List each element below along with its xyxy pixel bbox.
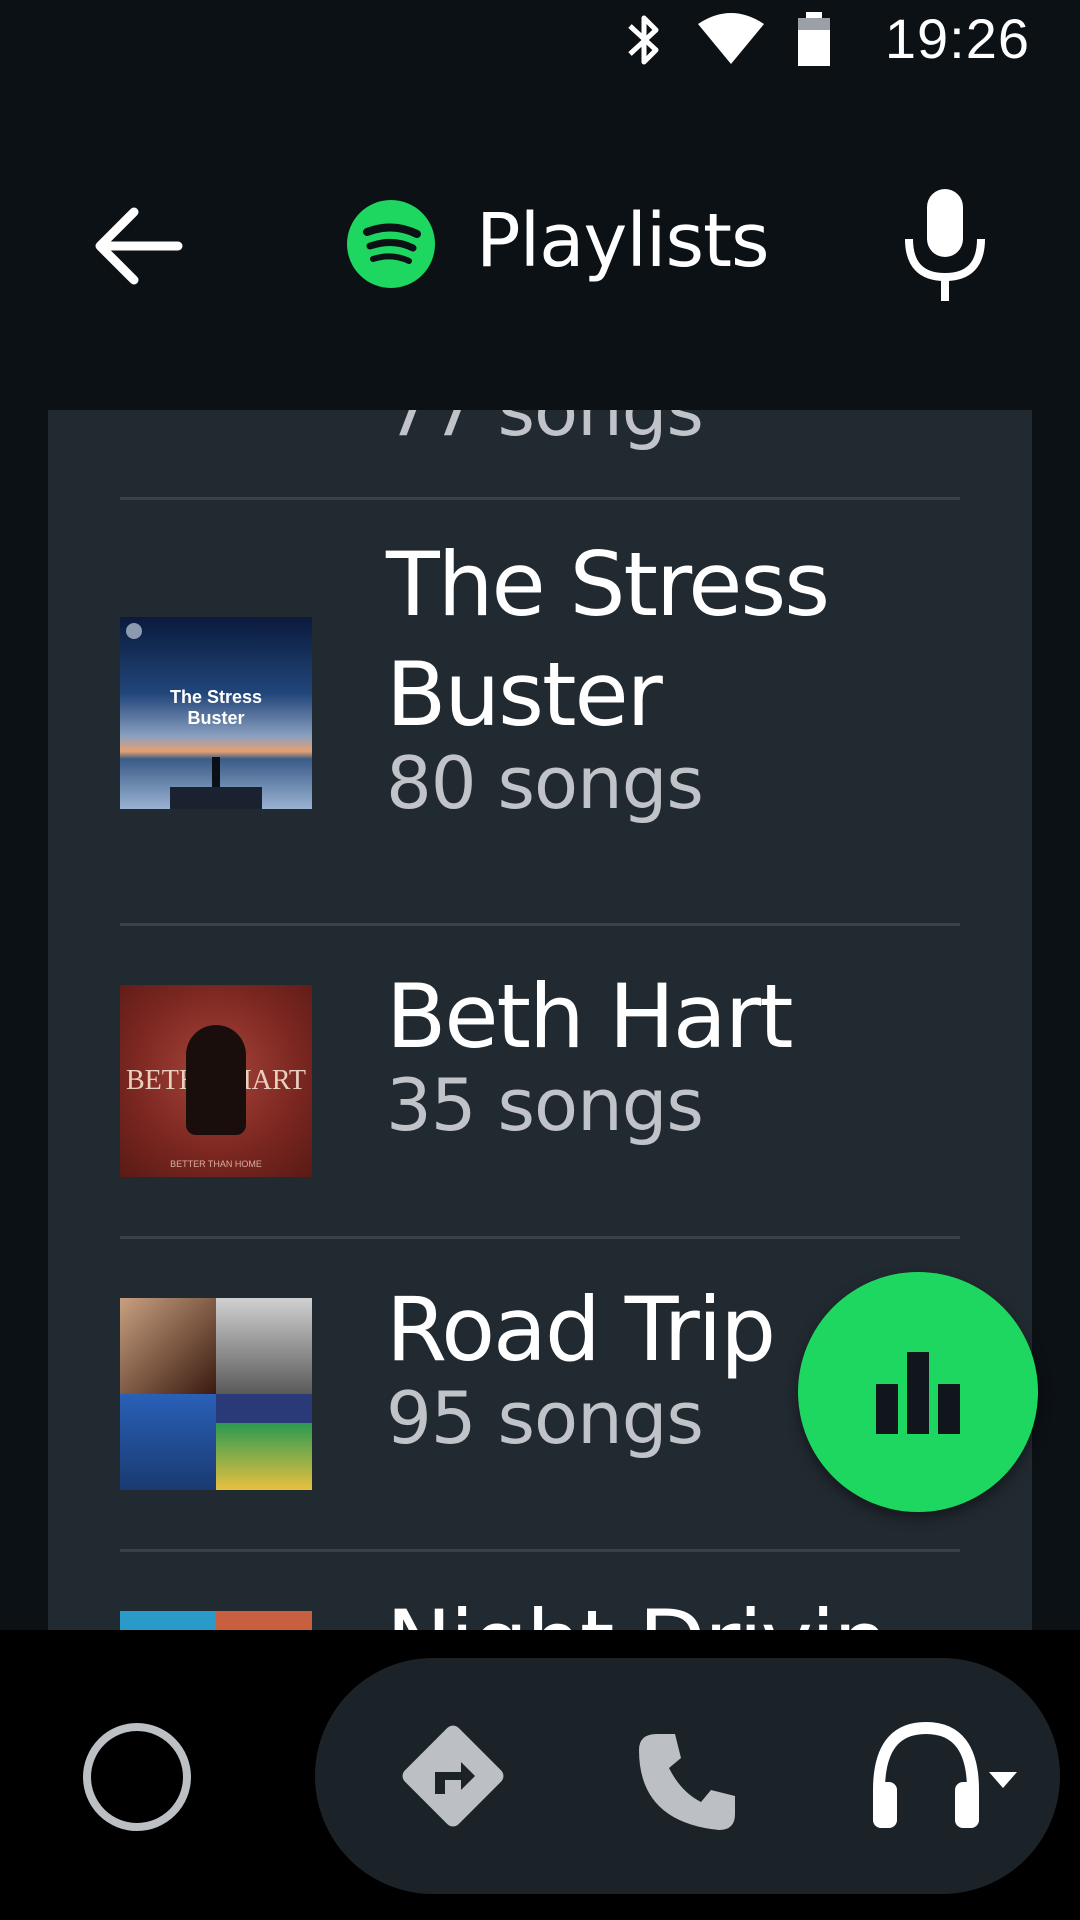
nav-pill xyxy=(315,1658,1060,1894)
playlist-cover xyxy=(120,1298,312,1490)
home-circle-icon[interactable] xyxy=(82,1722,192,1832)
phone-icon[interactable] xyxy=(635,1730,739,1834)
playlist-title: Road Trip xyxy=(386,1278,776,1381)
arrow-back-icon[interactable] xyxy=(88,196,188,296)
cover-tile xyxy=(216,1394,312,1490)
equalizer-bar xyxy=(876,1384,898,1434)
cover-tile xyxy=(216,1611,312,1630)
playlist-song-count: 77 songs xyxy=(386,410,704,452)
figure-silhouette xyxy=(212,757,220,789)
playlist-song-count: 95 songs xyxy=(386,1376,704,1460)
microphone-icon[interactable] xyxy=(895,185,995,305)
pier-shape xyxy=(170,787,262,809)
playlist-song-count: 35 songs xyxy=(386,1063,704,1147)
nav-bar xyxy=(0,1630,1080,1920)
headphones-icon[interactable] xyxy=(871,1720,1021,1832)
cover-tile xyxy=(120,1611,216,1630)
playlist-title: Night Drivin xyxy=(386,1588,889,1630)
list-item[interactable]: The Stress Buster The Stress Buster 80 s… xyxy=(48,500,1032,925)
playlist-cover xyxy=(120,1611,312,1630)
cover-tile xyxy=(120,1394,216,1490)
status-bar: 19:26 xyxy=(0,0,1080,80)
navigation-icon[interactable] xyxy=(395,1718,511,1834)
list-item[interactable]: BETH HART BETTER THAN HOME Beth Hart 35 … xyxy=(48,926,1032,1238)
app-bar: Playlists xyxy=(0,80,1080,410)
spotify-logo-icon xyxy=(347,200,435,288)
playlist-title: Beth Hart xyxy=(386,965,794,1068)
spotify-badge-icon xyxy=(126,623,142,639)
list-item[interactable]: 77 songs xyxy=(48,410,1032,500)
equalizer-bar xyxy=(907,1352,929,1434)
playlist-song-count: 80 songs xyxy=(386,741,704,825)
cover-caption: BETTER THAN HOME xyxy=(170,1159,262,1169)
equalizer-bar xyxy=(938,1384,960,1434)
playlist-cover: BETH HART BETTER THAN HOME xyxy=(120,985,312,1177)
wifi-icon xyxy=(698,13,764,64)
battery-icon xyxy=(798,12,830,66)
status-clock: 19:26 xyxy=(884,7,1030,70)
playlist-title: The Stress Buster xyxy=(386,533,830,746)
now-playing-button[interactable] xyxy=(798,1272,1038,1512)
page-title: Playlists xyxy=(476,198,770,284)
cover-tile xyxy=(216,1298,312,1394)
list-item[interactable]: Night Drivin xyxy=(48,1552,1032,1630)
cover-text: The Stress Buster xyxy=(169,687,263,728)
artist-figure xyxy=(186,1025,246,1135)
cover-tile xyxy=(120,1298,216,1394)
bluetooth-icon xyxy=(628,15,659,65)
playlist-cover: The Stress Buster xyxy=(120,617,312,809)
